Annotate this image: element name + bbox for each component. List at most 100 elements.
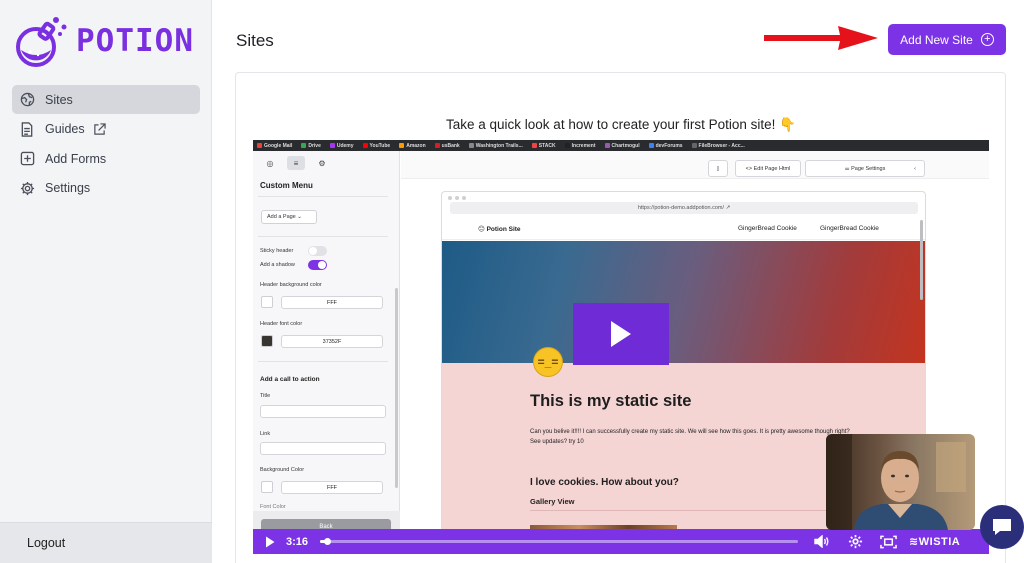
control-play-button[interactable] — [263, 535, 277, 549]
divider — [258, 236, 388, 237]
video-editor-panel: ◎ ≡ ⚙ Custom Menu Add a Page ⌄ Sticky he… — [253, 151, 400, 554]
video-progress-track[interactable] — [320, 538, 799, 545]
header-bg-field: FFF — [281, 296, 383, 309]
bookmark-item: Drive — [301, 142, 321, 149]
chevron-left-icon: ‹ — [914, 165, 916, 172]
header-bg-swatch — [261, 296, 273, 308]
add-square-icon — [19, 151, 35, 167]
sidebar-item-label: Guides — [45, 122, 85, 137]
bookmark-item: usBank — [434, 142, 460, 149]
globe-icon: ◎ — [266, 158, 274, 168]
bookmark-item: FileBrowser - Acc... — [691, 142, 745, 149]
globe-icon — [19, 92, 35, 108]
chat-icon — [993, 519, 1011, 535]
video-controls: 3:16 ≋WISTIA — [253, 529, 989, 554]
bookmark-item: Udemy — [329, 142, 354, 149]
bookmark-item: Google Mail — [257, 142, 292, 149]
site-paragraph: Can you belive it!!!! I can successfully… — [530, 429, 850, 445]
site-brand: 😑 Potion Site — [478, 226, 521, 233]
add-shadow-label: Add a shadow — [260, 262, 295, 268]
divider — [530, 510, 830, 511]
site-heading: This is my static site — [530, 392, 692, 410]
gear-icon: ⚙ — [318, 158, 326, 168]
video-play-button[interactable] — [573, 303, 669, 365]
bookmark-item: Amazon — [399, 142, 426, 149]
bookmark-item: devForums — [648, 142, 683, 149]
red-arrow-annotation — [764, 26, 878, 50]
preview-url-bar: https://potion-demo.addpotion.com/ ↗ — [450, 202, 918, 214]
add-page-select: Add a Page ⌄ — [261, 210, 317, 224]
sidebar-item-sites[interactable]: Sites — [12, 85, 200, 114]
sidebar-item-label: Settings — [45, 181, 91, 196]
sidebar: POTION Sites Guides Add Forms Settings L… — [0, 0, 212, 563]
settings-gear-icon[interactable] — [846, 534, 864, 550]
bg-color-field: FFF — [281, 481, 383, 494]
panel-scrollbar — [395, 288, 398, 488]
document-icon — [19, 121, 35, 137]
bookmark-item: Washington Trails... — [468, 142, 523, 149]
add-new-site-button[interactable]: Add New Site + — [888, 24, 1006, 55]
editor-tabs: ◎ ≡ ⚙ — [261, 156, 331, 170]
page-title: Sites — [236, 31, 274, 50]
sidebar-item-add-forms[interactable]: Add Forms — [12, 144, 200, 173]
logout-button[interactable]: Logout — [0, 522, 212, 563]
site-nav: 😑 Potion Site GingerBread Cookie GingerB… — [442, 218, 925, 240]
header-bg-label: Header background color — [260, 282, 322, 288]
site-subheading: I love cookies. How about you? — [530, 477, 679, 488]
fullscreen-icon[interactable] — [879, 534, 897, 550]
sidebar-item-guides[interactable]: Guides — [12, 115, 200, 144]
link-label: Link — [260, 431, 271, 437]
sticky-header-toggle — [308, 246, 327, 256]
video-caption: Take a quick look at how to create your … — [446, 117, 796, 132]
preview-scrollbar — [920, 220, 923, 300]
sidebar-item-label: Sites — [45, 92, 73, 107]
bookmarks-bar: Google Mail Drive Udemy YouTube Amazon u… — [253, 140, 989, 151]
cta-title: Add a call to action — [260, 376, 320, 383]
bg-color-label: Background Color — [260, 467, 305, 473]
potion-logo[interactable]: POTION — [12, 14, 194, 68]
plus-circle-icon: + — [980, 33, 994, 46]
edit-page-html-button: <> Edit Page Html — [735, 160, 801, 177]
editor-panel-title: Custom Menu — [260, 181, 313, 190]
header-font-field: 37352F — [281, 335, 383, 348]
bookmark-item: Increment — [564, 142, 596, 149]
sidebar-item-settings[interactable]: Settings — [12, 174, 200, 203]
potion-flask-icon — [16, 17, 67, 67]
title-input — [260, 405, 386, 418]
gear-icon — [19, 180, 35, 196]
site-hero-image — [442, 241, 925, 363]
divider — [258, 196, 388, 197]
mobile-icon: ▯ — [708, 160, 728, 177]
bookmark-item: STACK — [531, 142, 556, 149]
site-nav-link: GingerBread Cookie — [820, 225, 879, 232]
wistia-mark-icon: ≋ — [909, 536, 919, 548]
expressionless-emoji-icon: =_= — [533, 347, 563, 377]
site-nav-link: GingerBread Cookie — [738, 225, 797, 232]
bookmark-item: Chartmogul — [604, 142, 640, 149]
gallery-title: Gallery View — [530, 497, 575, 506]
sticky-header-label: Sticky header — [260, 248, 294, 254]
bookmark-item: YouTube — [362, 142, 390, 149]
font-color-label: Font Color — [260, 504, 286, 510]
link-input — [260, 442, 386, 455]
divider — [258, 361, 388, 362]
video-time: 3:16 — [286, 535, 309, 548]
presenter-webcam — [826, 434, 975, 530]
sidebar-nav: Sites Guides Add Forms Settings — [12, 85, 200, 203]
play-icon — [611, 321, 631, 347]
logo-text: POTION — [76, 23, 194, 59]
window-dots — [448, 196, 466, 200]
wistia-logo[interactable]: ≋WISTIA — [909, 535, 960, 548]
chat-widget-button[interactable] — [980, 505, 1024, 549]
play-icon — [266, 536, 275, 547]
menu-icon: ≡ — [287, 156, 305, 170]
add-shadow-toggle — [308, 260, 327, 270]
editor-toolbar: ▯ <> Edit Page Html ⚌ Page Settings ‹ — [401, 151, 989, 179]
header-font-label: Header font color — [260, 321, 303, 327]
volume-icon[interactable] — [813, 534, 831, 550]
external-link-icon — [93, 122, 106, 136]
bg-color-swatch — [261, 481, 273, 493]
title-label: Title — [260, 393, 271, 399]
header-font-swatch — [261, 335, 273, 347]
video-progress-handle[interactable] — [324, 538, 332, 545]
